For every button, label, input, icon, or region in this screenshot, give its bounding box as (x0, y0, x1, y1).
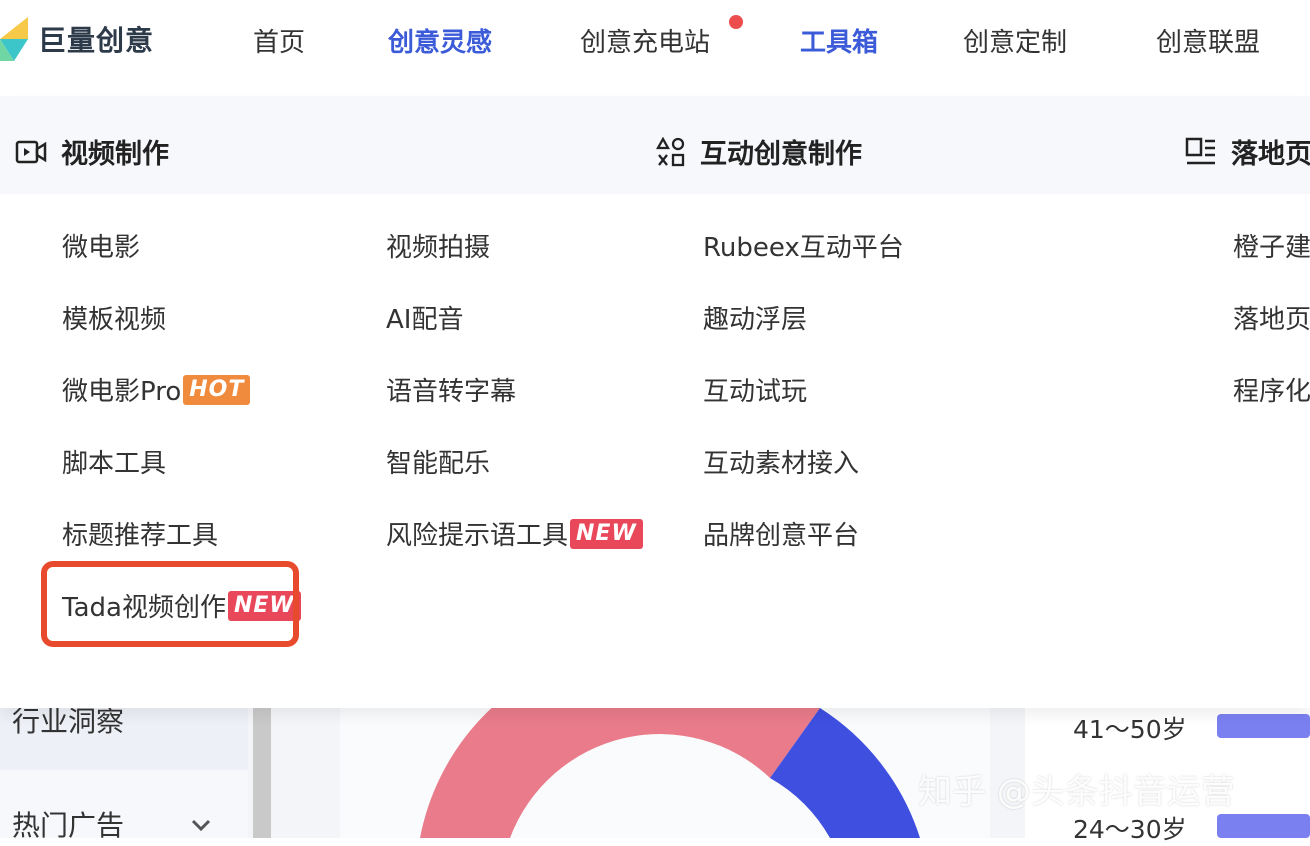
menu-item-label: 落地页 (1233, 305, 1310, 335)
category-interactive: 互动创意制作 (656, 132, 862, 171)
menu-item-video-shoot[interactable]: 视频拍摄 (386, 227, 490, 264)
menu-item-title-recommend[interactable]: 标题推荐工具 (62, 515, 218, 552)
menu-item-label: 风险提示语工具 (386, 521, 569, 551)
menu-item-script-tool[interactable]: 脚本工具 (62, 443, 166, 480)
category-landing: 落地页 (1185, 132, 1310, 171)
highlight-box (41, 561, 299, 647)
category-landing-label: 落地页 (1231, 139, 1310, 170)
shapes-icon (656, 136, 685, 166)
menu-item-brand-platform[interactable]: 品牌创意平台 (703, 515, 859, 552)
donut-chart-panel (340, 642, 990, 838)
menu-item-label: 微电影 (62, 233, 141, 263)
notification-dot (729, 15, 743, 29)
menu-item-label: 语音转字幕 (386, 377, 517, 407)
age-bar-41-50 (1217, 714, 1310, 738)
menu-item-programmatic[interactable]: 程序化 (1233, 371, 1310, 408)
menu-item-fun-overlay[interactable]: 趣动浮层 (703, 299, 807, 336)
brand-name: 巨量创意 (38, 24, 155, 57)
menu-item-interactive-material[interactable]: 互动素材接入 (703, 443, 859, 480)
side-menu: 行业洞察 热门广告 (0, 700, 248, 842)
watermark: 知乎 @头条抖音运营 (918, 772, 1235, 812)
menu-item-label: 程序化 (1233, 377, 1310, 407)
chevron-down-icon[interactable] (190, 818, 212, 832)
nav-alliance[interactable]: 创意联盟 (1156, 22, 1260, 59)
menu-item-ai-voice[interactable]: AI配音 (386, 299, 463, 336)
nav-custom[interactable]: 创意定制 (963, 22, 1067, 59)
age-label-24-30: 24～30岁 (1073, 815, 1187, 844)
menu-item-label: 趣动浮层 (703, 305, 808, 335)
brand-logo[interactable]: 巨量创意 (0, 14, 154, 64)
donut-segment-main (420, 642, 820, 838)
menu-item-speech-to-subtitle[interactable]: 语音转字幕 (386, 371, 516, 408)
nav-home[interactable]: 首页 (253, 22, 305, 59)
menu-item-label: Rubeex互动平台 (703, 233, 904, 263)
menu-item-label: 互动素材接入 (703, 449, 860, 479)
menu-item-label: 橙子建 (1233, 233, 1310, 263)
donut-chart (420, 642, 920, 838)
category-video: 视频制作 (15, 132, 169, 171)
menu-item-rubeex[interactable]: Rubeex互动平台 (703, 227, 904, 264)
menu-item-template-video[interactable]: 模板视频 (62, 299, 166, 336)
menu-item-label: 微电影Pro (62, 377, 182, 407)
menu-item-label: 智能配乐 (386, 449, 491, 479)
hot-badge: HOT (183, 374, 251, 405)
nav-charging-station[interactable]: 创意充电站 (580, 22, 710, 59)
menu-item-landing-page[interactable]: 落地页 (1233, 299, 1310, 336)
nav-inspiration[interactable]: 创意灵感 (388, 22, 492, 59)
menu-item-label: 互动试玩 (703, 377, 808, 407)
menu-item-label: 标题推荐工具 (62, 521, 219, 551)
menu-item-micro-film-pro[interactable]: 微电影Pro HOT (62, 371, 251, 408)
top-nav: 巨量创意 首页 创意灵感 创意充电站 工具箱 创意定制 创意联盟 (0, 0, 1310, 82)
dropdown-category-header (0, 96, 1310, 194)
new-badge: NEW (570, 518, 643, 549)
age-bar-24-30 (1217, 814, 1310, 838)
menu-item-label: 脚本工具 (62, 449, 167, 479)
menu-item-orange-builder[interactable]: 橙子建 (1233, 227, 1310, 264)
menu-item-label: AI配音 (386, 305, 464, 335)
menu-item-interactive-trial[interactable]: 互动试玩 (703, 371, 807, 408)
menu-item-label: 视频拍摄 (386, 233, 491, 263)
scrollbar[interactable] (253, 700, 271, 838)
side-menu-hot-ads[interactable]: 热门广告 (12, 804, 124, 844)
video-icon (15, 140, 47, 163)
menu-item-micro-film[interactable]: 微电影 (62, 227, 140, 264)
menu-item-label: 模板视频 (62, 305, 167, 335)
layout-icon (1185, 137, 1215, 164)
category-interactive-label: 互动创意制作 (700, 139, 862, 170)
nav-toolbox[interactable]: 工具箱 (800, 22, 878, 59)
menu-item-smart-music[interactable]: 智能配乐 (386, 443, 490, 480)
menu-item-risk-tip-tool[interactable]: 风险提示语工具 NEW (386, 515, 643, 552)
menu-item-label: 品牌创意平台 (703, 521, 860, 551)
age-label-41-50: 41～50岁 (1073, 715, 1187, 744)
logo-icon (0, 17, 28, 61)
category-video-label: 视频制作 (61, 139, 169, 170)
